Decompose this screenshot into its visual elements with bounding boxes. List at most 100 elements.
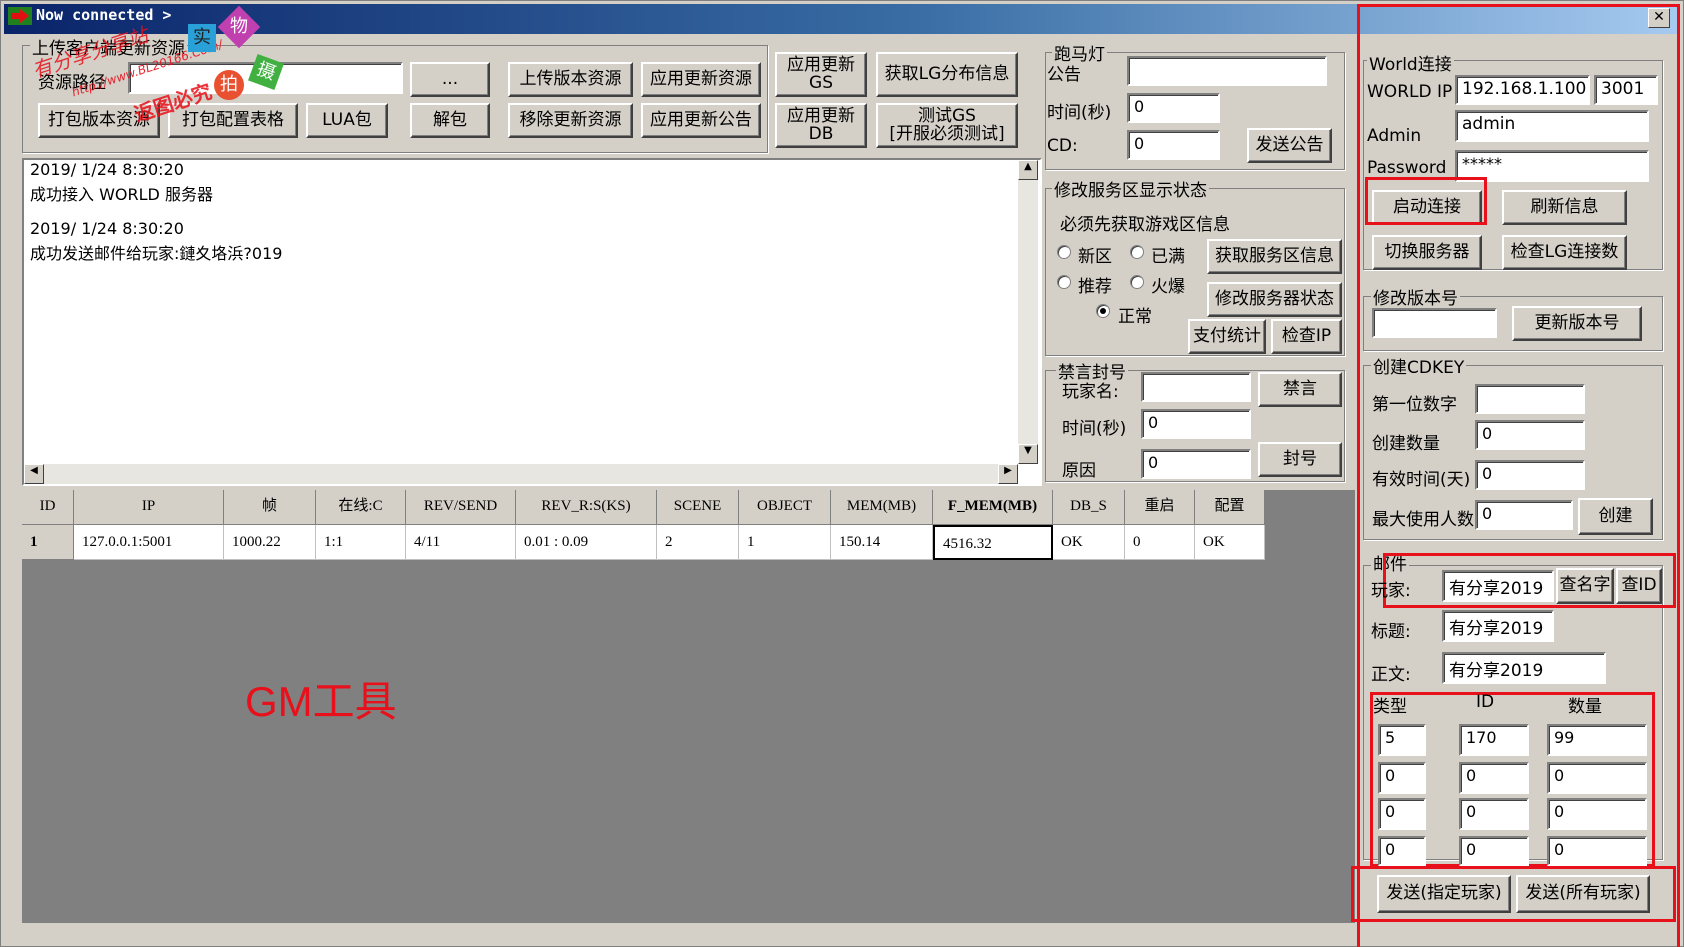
mail-player-label: 玩家: [1371,581,1411,601]
mail-title-input[interactable]: 有分享2019 [1442,610,1554,642]
radio-normal[interactable] [1096,304,1110,318]
apply-resource-button[interactable]: 应用更新资源 [641,62,761,97]
ban-time-label: 时间(秒) [1062,419,1127,439]
item-qty-input[interactable]: 0 [1547,836,1647,866]
item-qty-input[interactable]: 0 [1547,798,1647,830]
pay-stats-button[interactable]: 支付统计 [1188,319,1266,354]
apply-db-button[interactable]: 应用更新 DB [775,103,867,148]
cd-input[interactable]: 0 [1127,130,1220,160]
table-header-cell[interactable]: 重启 [1125,490,1195,525]
item-id-input[interactable]: 0 [1459,762,1529,794]
scroll-up-icon[interactable]: ▲ [1018,160,1038,180]
password-label: Password [1367,158,1447,178]
mail-player-input[interactable]: 有分享2019 [1442,570,1554,602]
item-id-input[interactable]: 0 [1459,836,1529,866]
update-version-button[interactable]: 更新版本号 [1512,306,1642,341]
scroll-right-icon[interactable]: ▶ [998,464,1018,484]
connect-highlight [1365,177,1487,225]
remove-resource-button[interactable]: 移除更新资源 [508,103,633,138]
item-type-input[interactable]: 0 [1378,762,1426,794]
item-id-input[interactable]: 0 [1459,798,1529,830]
mute-button[interactable]: 禁言 [1258,372,1342,407]
ban-player-input[interactable] [1141,372,1251,402]
apply-gs-button[interactable]: 应用更新 GS [775,52,867,97]
modify-server-status-button[interactable]: 修改服务器状态 [1207,282,1342,317]
table-header-cell[interactable]: IP [74,490,224,525]
valid-days-input[interactable]: 0 [1475,460,1585,490]
gm-tool-annotation: GM工具 [245,678,397,725]
table-header-cell[interactable]: REV/SEND [406,490,516,525]
first-digit-input[interactable] [1475,384,1585,414]
version-input[interactable] [1372,308,1497,338]
mail-body-input[interactable]: 有分享2019 [1442,652,1606,684]
radio-recommend[interactable] [1057,275,1071,289]
table-cell[interactable]: 0 [1125,525,1195,560]
radio-hot[interactable] [1130,275,1144,289]
radio-full[interactable] [1130,245,1144,259]
create-cdkey-button[interactable]: 创建 [1578,498,1653,535]
table-header-cell[interactable]: ID [22,490,74,525]
table-cell[interactable]: OK [1195,525,1265,560]
table-cell[interactable]: 1000.22 [224,525,316,560]
vertical-scrollbar[interactable] [1018,160,1038,464]
table-cell[interactable]: 4/11 [406,525,516,560]
ban-account-button[interactable]: 封号 [1258,442,1342,477]
create-count-input[interactable]: 0 [1475,420,1585,450]
radio-new[interactable] [1057,245,1071,259]
find-id-button[interactable]: 查ID [1616,568,1662,604]
table-row-header[interactable]: 1 [22,525,74,560]
item-qty-input[interactable]: 0 [1547,762,1647,794]
scroll-left-icon[interactable]: ◀ [24,464,44,484]
scroll-down-icon[interactable]: ▼ [1018,444,1038,464]
send-to-all-button[interactable]: 发送(所有玩家) [1516,875,1650,913]
get-server-info-button[interactable]: 获取服务区信息 [1207,239,1342,274]
upload-version-button[interactable]: 上传版本资源 [508,62,633,97]
item-type-input[interactable]: 0 [1378,798,1426,830]
world-ip-input[interactable]: 192.168.1.100 [1455,75,1590,105]
apply-notice-button[interactable]: 应用更新公告 [641,103,761,138]
table-header-cell[interactable]: OBJECT [739,490,831,525]
send-to-player-button[interactable]: 发送(指定玩家) [1377,875,1511,913]
ban-reason-input[interactable]: 0 [1141,449,1251,479]
table-header-cell[interactable]: MEM(MB) [831,490,933,525]
item-id-input[interactable]: 170 [1459,724,1529,756]
table-header-cell[interactable]: DB_S [1053,490,1125,525]
horizontal-scrollbar[interactable] [24,464,1018,484]
table-header-cell[interactable]: SCENE [657,490,739,525]
unpack-button[interactable]: 解包 [410,103,490,138]
table-header-cell[interactable]: REV_R:S(KS) [516,490,657,525]
item-type-input[interactable]: 5 [1378,724,1426,756]
table-cell[interactable]: 127.0.0.1:5001 [74,525,224,560]
check-ip-button[interactable]: 检查IP [1271,319,1342,354]
test-gs-button[interactable]: 测试GS [开服必须测试] [876,103,1018,148]
send-notice-button[interactable]: 发送公告 [1247,128,1332,163]
table-cell[interactable]: OK [1053,525,1125,560]
get-lg-info-button[interactable]: 获取LG分布信息 [876,52,1018,97]
table-cell[interactable]: 150.14 [831,525,933,560]
table-header-cell[interactable]: 帧 [224,490,316,525]
item-type-input[interactable]: 0 [1378,836,1426,866]
table-header-cell[interactable]: 在线:C [316,490,406,525]
table-header-cell[interactable]: F_MEM(MB) [933,490,1053,525]
table-cell[interactable]: 0.01 : 0.09 [516,525,657,560]
world-port-input[interactable]: 3001 [1594,75,1658,105]
notice-input[interactable] [1127,56,1327,86]
admin-input[interactable]: admin [1455,110,1649,142]
table-cell[interactable]: 1 [739,525,831,560]
item-qty-input[interactable]: 99 [1547,724,1647,756]
browse-button[interactable]: ... [410,62,490,97]
table-cell[interactable]: 1:1 [316,525,406,560]
check-lg-connections-button[interactable]: 检查LG连接数 [1502,235,1627,270]
max-users-input[interactable]: 0 [1475,500,1573,530]
mail-title-label: 标题: [1371,622,1411,642]
table-cell[interactable]: 2 [657,525,739,560]
ban-time-input[interactable]: 0 [1141,409,1251,439]
valid-days-label: 有效时间(天) [1372,470,1471,490]
refresh-info-button[interactable]: 刷新信息 [1502,190,1627,225]
marquee-time-input[interactable]: 0 [1127,93,1220,123]
table-header-cell[interactable]: 配置 [1195,490,1265,525]
table-cell-selected[interactable]: 4516.32 [933,525,1053,560]
find-name-button[interactable]: 查名字 [1556,568,1614,604]
switch-server-button[interactable]: 切换服务器 [1372,235,1482,270]
lua-pack-button[interactable]: LUA包 [306,103,388,138]
